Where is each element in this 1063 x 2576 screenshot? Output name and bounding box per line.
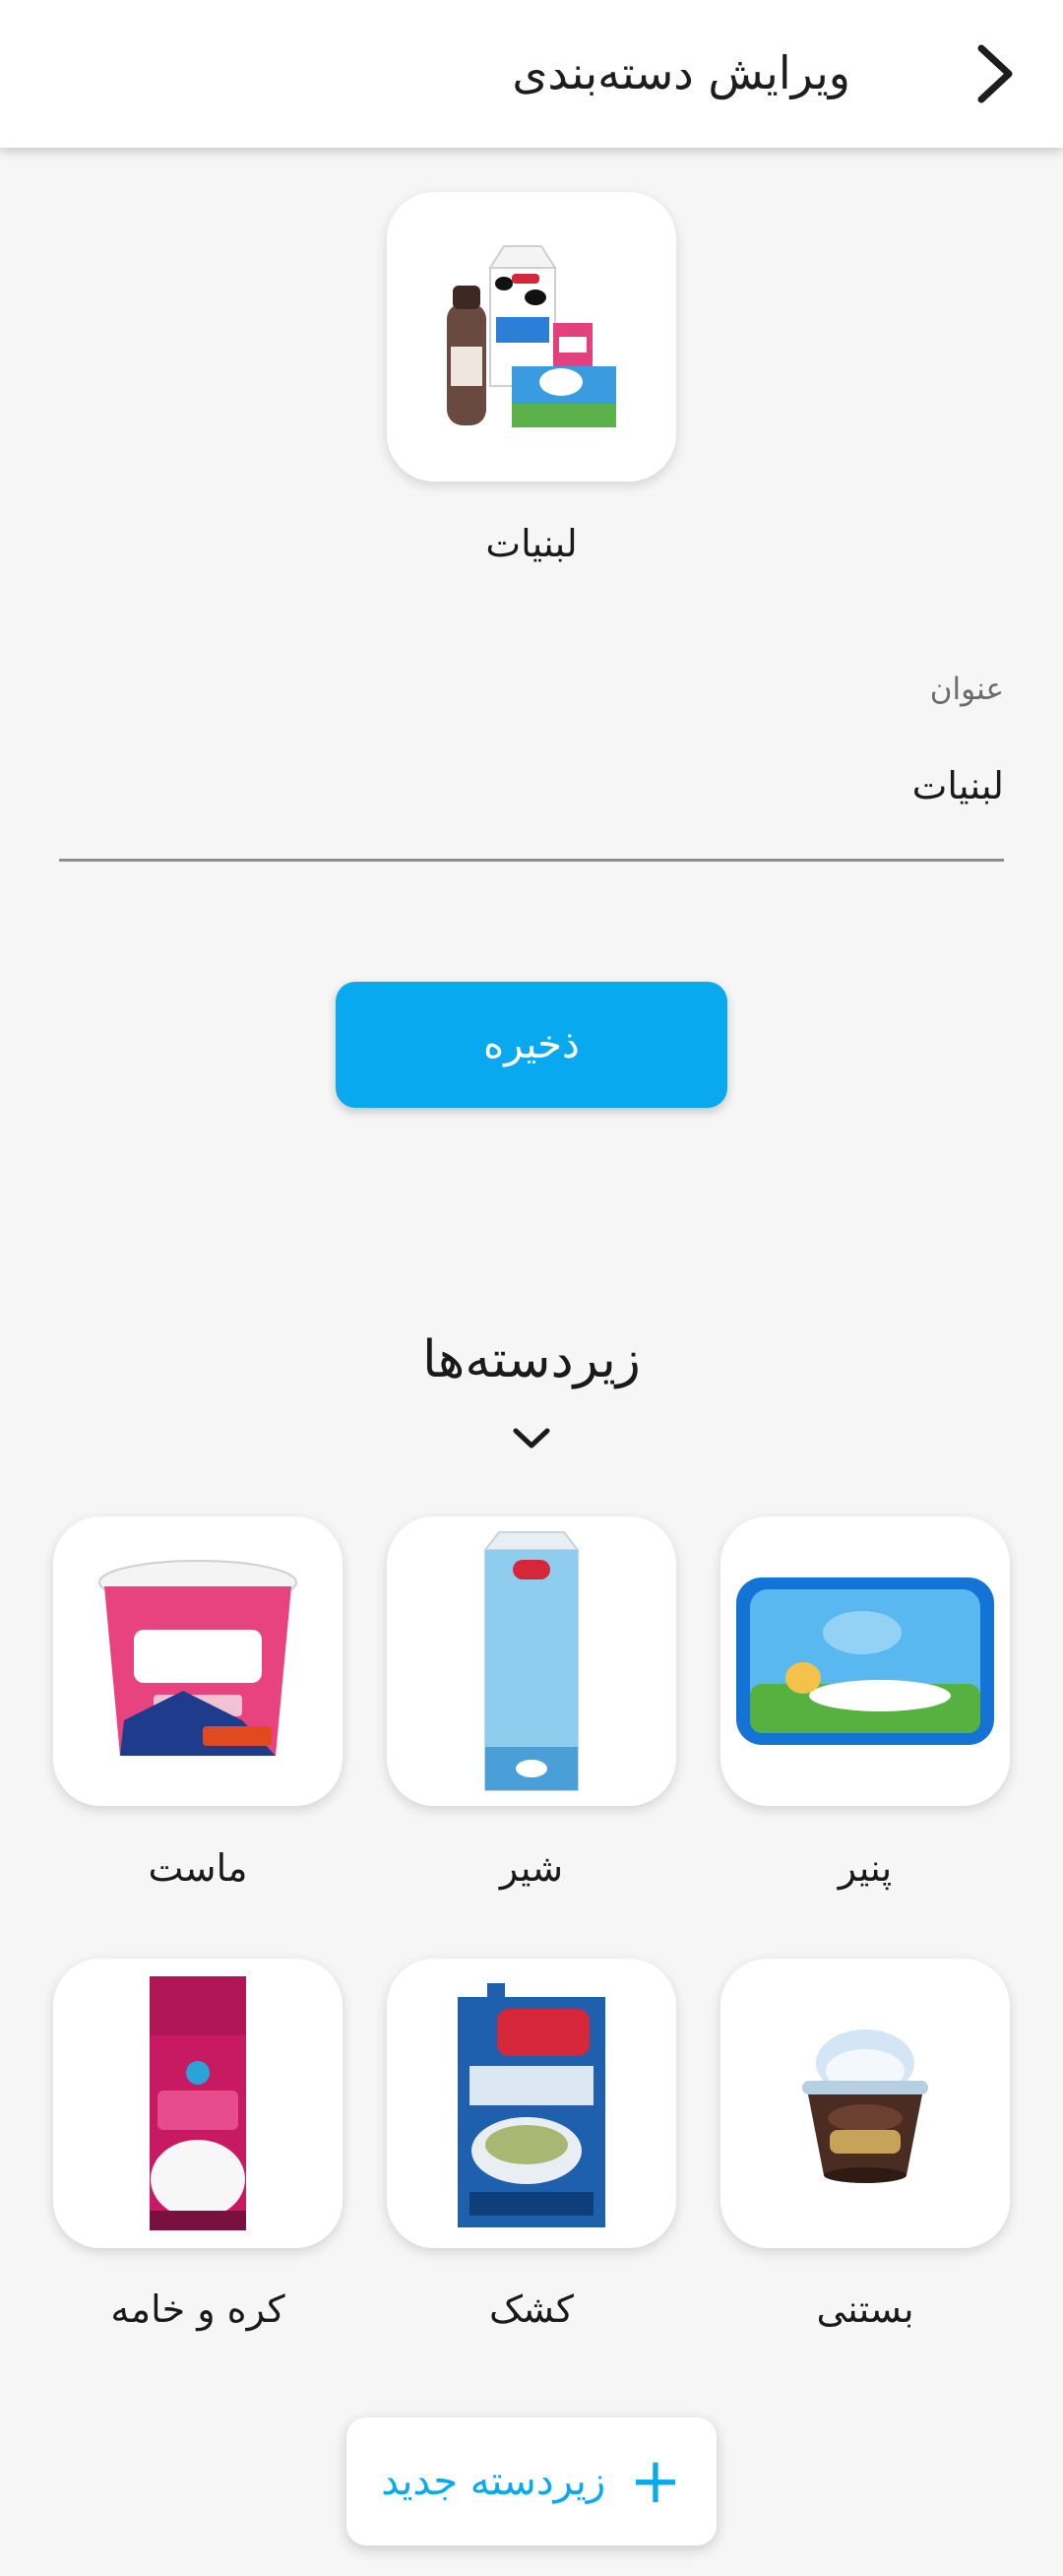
subcategory-label: شیر [499,1846,564,1890]
subcategory-label: بستنی [816,2287,914,2331]
subcategory-label: ماست [148,1846,248,1890]
subcategory-card-cheese[interactable] [720,1516,1010,1806]
chevron-down-icon [513,1428,550,1449]
subcategory-card-yogurt[interactable] [53,1516,343,1806]
title-input[interactable] [59,758,1004,813]
kibi-cheese-image [736,1578,994,1745]
cream-carton-image [150,1976,246,2230]
page-title: ویرایش دسته‌بندی [512,46,850,99]
title-input-underline [59,859,1004,862]
add-subcategory-label: زیردسته جدید [381,2459,606,2504]
add-subcategory-button[interactable]: + زیردسته جدید [346,2417,717,2545]
back-button[interactable] [951,30,1039,118]
subcategory-label: کشک [488,2287,574,2331]
category-image-card[interactable] [387,192,676,482]
subcategory-card-cream[interactable] [53,1959,343,2248]
subcategory-label: کره و خامه [110,2287,285,2331]
milk-carton-image [482,1531,581,1791]
subcategories-toggle[interactable] [507,1424,556,1453]
subcategory-card-ice-cream[interactable] [720,1959,1010,2248]
subcategories-title: زیردسته‌ها [422,1330,641,1389]
chevron-right-icon [977,44,1013,103]
app-bar: ویرایش دسته‌بندی [0,0,1063,148]
category-name: لبنیات [485,522,578,565]
subcategory-label: پنیر [838,1846,893,1890]
dairy-products-image [447,245,616,427]
subcategory-card-milk[interactable] [387,1516,676,1806]
plus-icon: + [629,2445,682,2518]
kashk-pouch-image [458,1983,605,2227]
title-field-label: عنوان [929,672,1004,707]
yogurt-tub-image [98,1560,297,1756]
subcategory-card-kashk[interactable] [387,1959,676,2248]
ice-cream-cup-image [802,2029,928,2183]
save-button[interactable]: ذخیره [336,982,727,1108]
